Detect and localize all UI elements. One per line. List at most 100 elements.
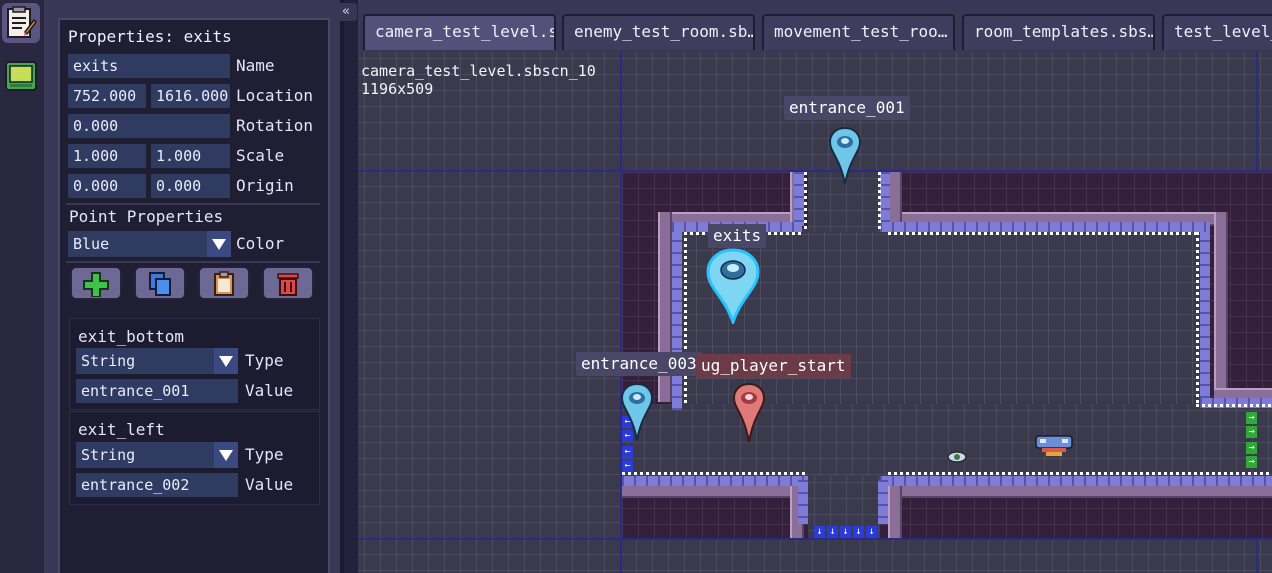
color-dropdown-value: Blue bbox=[73, 235, 110, 253]
collision-outline bbox=[888, 232, 1198, 235]
marker-label-player-start[interactable]: ug_player_start bbox=[696, 354, 851, 378]
add-property-button[interactable] bbox=[70, 266, 122, 300]
collision-edge bbox=[1200, 228, 1210, 408]
scene-viewport[interactable]: camera_test_level.sbscn_10 1196x509 ← ← … bbox=[358, 52, 1272, 573]
exit-bottom-arrow-icon: ↓ bbox=[827, 526, 838, 538]
robot-enemy-sprite-icon[interactable] bbox=[1034, 432, 1074, 462]
collapse-panel-button[interactable]: « bbox=[335, 3, 357, 21]
player-start-marker-icon[interactable] bbox=[732, 382, 766, 448]
tab-test-level[interactable]: test_level_… bbox=[1162, 14, 1272, 50]
exit-right-arrow-icon: → bbox=[1246, 456, 1257, 468]
collision-outline bbox=[1196, 232, 1199, 404]
name-field[interactable]: exits bbox=[68, 54, 230, 78]
type-dropdown-value: String bbox=[81, 352, 136, 370]
marker-label-entrance-003[interactable]: entrance_003 bbox=[576, 352, 702, 376]
chevron-down-icon bbox=[214, 348, 238, 374]
exit-bottom-arrow-icon: ↓ bbox=[840, 526, 851, 538]
entrance-003-marker-icon[interactable] bbox=[620, 382, 654, 446]
properties-editor-icon bbox=[7, 6, 37, 38]
name-label: Name bbox=[236, 56, 275, 75]
value-label: Value bbox=[245, 475, 294, 494]
exit-right-arrow-icon: → bbox=[1246, 442, 1257, 454]
color-label: Color bbox=[236, 234, 285, 253]
point-properties-title: Point Properties bbox=[69, 207, 224, 226]
location-label: Location bbox=[236, 86, 314, 105]
value-field[interactable]: entrance_001 bbox=[76, 379, 238, 403]
collision-edge bbox=[878, 480, 888, 524]
camera-boundary bbox=[358, 538, 1272, 540]
copy-icon bbox=[149, 272, 171, 296]
delete-icon bbox=[277, 273, 299, 296]
sprite-sheet-icon bbox=[5, 61, 37, 91]
eye-sprite-icon[interactable] bbox=[946, 450, 968, 468]
custom-property-name: exit_left bbox=[78, 420, 165, 439]
value-label: Value bbox=[245, 381, 294, 400]
origin-y-field[interactable]: 0.000 bbox=[151, 174, 230, 198]
paste-button[interactable] bbox=[198, 266, 250, 300]
type-dropdown-value: String bbox=[81, 446, 136, 464]
exit-left-arrow-icon: ← bbox=[622, 460, 633, 472]
sprite-sheet-button[interactable] bbox=[2, 56, 40, 96]
scale-label: Scale bbox=[236, 146, 285, 165]
exits-marker-icon[interactable] bbox=[706, 248, 760, 328]
exit-bottom-arrow-icon: ↓ bbox=[853, 526, 864, 538]
scale-y-field[interactable]: 1.000 bbox=[151, 144, 230, 168]
wall bbox=[622, 484, 808, 498]
type-dropdown[interactable]: String bbox=[76, 442, 238, 468]
collision-outline bbox=[888, 472, 1272, 475]
collision-outline bbox=[1196, 404, 1272, 407]
origin-x-field[interactable]: 0.000 bbox=[68, 174, 146, 198]
exit-right-arrow-icon: → bbox=[1246, 426, 1257, 438]
wall bbox=[888, 172, 902, 222]
entrance-001-marker-icon[interactable] bbox=[828, 126, 862, 190]
chevron-down-icon bbox=[207, 231, 231, 257]
collision-outline bbox=[878, 172, 881, 232]
custom-property-name: exit_bottom bbox=[78, 327, 184, 346]
tab-bar: camera_test_level.s… enemy_test_room.sb…… bbox=[358, 0, 1272, 52]
scale-x-field[interactable]: 1.000 bbox=[68, 144, 146, 168]
tab-movement-test-room[interactable]: movement_test_roo… bbox=[762, 14, 955, 50]
chevron-down-icon bbox=[214, 442, 238, 468]
scene-info: camera_test_level.sbscn_10 1196x509 bbox=[361, 62, 596, 98]
location-y-field[interactable]: 1616.000 bbox=[151, 84, 230, 108]
collision-edge bbox=[798, 480, 808, 524]
type-label: Type bbox=[245, 351, 284, 370]
collision-edge bbox=[672, 228, 682, 410]
wall bbox=[888, 484, 1272, 498]
scene-dimensions: 1196x509 bbox=[361, 80, 434, 98]
tab-camera-test-level[interactable]: camera_test_level.s… bbox=[363, 14, 556, 50]
exit-right-arrow-icon: → bbox=[1246, 412, 1257, 424]
divider bbox=[66, 261, 320, 263]
wall bbox=[888, 484, 902, 538]
copy-button[interactable] bbox=[134, 266, 186, 300]
collision-outline bbox=[684, 232, 687, 404]
exit-bottom-arrow-icon: ↓ bbox=[814, 526, 825, 538]
tab-room-templates[interactable]: room_templates.sbs… bbox=[962, 14, 1155, 50]
type-label: Type bbox=[245, 445, 284, 464]
tab-enemy-test-room[interactable]: enemy_test_room.sb… bbox=[562, 14, 755, 50]
color-dropdown[interactable]: Blue bbox=[68, 231, 231, 257]
scene-file-name: camera_test_level.sbscn_10 bbox=[361, 62, 596, 80]
collision-edge bbox=[880, 172, 890, 226]
collision-edge bbox=[794, 172, 804, 226]
marker-label-exits[interactable]: exits bbox=[708, 224, 767, 248]
rotation-label: Rotation bbox=[236, 116, 314, 135]
paste-icon bbox=[214, 271, 234, 296]
exit-bottom-arrow-icon: ↓ bbox=[866, 526, 877, 538]
type-dropdown[interactable]: String bbox=[76, 348, 238, 374]
editor-window: « Properties: exits exits Name 752.000 1… bbox=[0, 0, 1272, 573]
origin-label: Origin bbox=[236, 176, 294, 195]
collision-edge bbox=[880, 476, 1272, 486]
location-x-field[interactable]: 752.000 bbox=[68, 84, 146, 108]
tool-rail bbox=[0, 0, 46, 573]
collision-outline bbox=[804, 172, 807, 232]
collision-edge bbox=[880, 222, 1210, 232]
wall bbox=[1214, 212, 1228, 398]
rotation-field[interactable]: 0.000 bbox=[68, 114, 230, 138]
properties-editor-button[interactable] bbox=[2, 3, 40, 43]
delete-button[interactable] bbox=[262, 266, 314, 300]
marker-label-entrance-001[interactable]: entrance_001 bbox=[784, 96, 910, 120]
collision-edge bbox=[622, 476, 808, 486]
value-field[interactable]: entrance_002 bbox=[76, 473, 238, 497]
add-property-icon bbox=[83, 272, 109, 297]
